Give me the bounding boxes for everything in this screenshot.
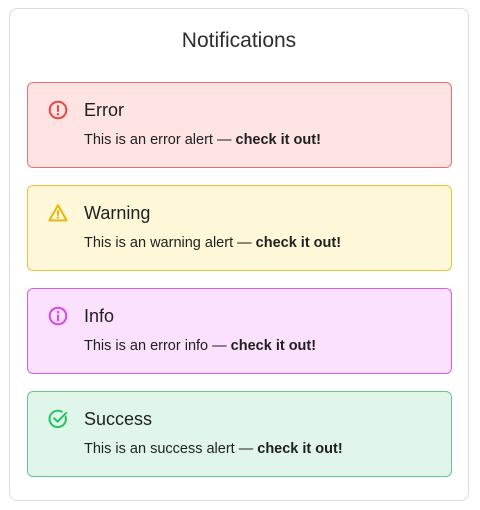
alert-error: Error This is an error alert — check it …	[27, 82, 452, 168]
alert-title: Warning	[84, 203, 151, 223]
alert-message-text: This is an success alert —	[84, 441, 258, 457]
alert-message-emphasis: check it out!	[235, 132, 321, 148]
alert-warning: Warning This is an warning alert — check…	[27, 185, 452, 271]
alert-message: This is an warning alert — check it out!	[84, 234, 341, 252]
alert-info: Info This is an error info — check it ou…	[27, 288, 452, 374]
panel-title: Notifications	[181, 29, 297, 52]
alert-title: Error	[84, 100, 124, 120]
alert-success: Success This is an success alert — check…	[27, 391, 452, 477]
alert-message: This is an success alert — check it out!	[84, 440, 343, 458]
alert-message-emphasis: check it out!	[255, 235, 342, 251]
alert-message: This is an error info — check it out!	[84, 337, 316, 355]
alert-message-text: This is an error info —	[84, 338, 231, 354]
alert-circle-icon	[48, 100, 68, 120]
notifications-panel: Notifications Error This is an error ale…	[9, 8, 469, 501]
alert-message-emphasis: check it out!	[257, 441, 343, 457]
alert-title: Info	[84, 306, 115, 326]
warning-triangle-icon	[48, 203, 68, 223]
alert-message: This is an error alert — check it out!	[84, 131, 321, 149]
check-circle-icon	[48, 409, 68, 429]
alert-message-text: This is an error alert —	[84, 132, 236, 148]
info-circle-icon	[48, 306, 68, 326]
alert-message-text: This is an warning alert —	[84, 235, 256, 251]
alert-title: Success	[84, 409, 153, 429]
alert-message-emphasis: check it out!	[230, 338, 317, 354]
